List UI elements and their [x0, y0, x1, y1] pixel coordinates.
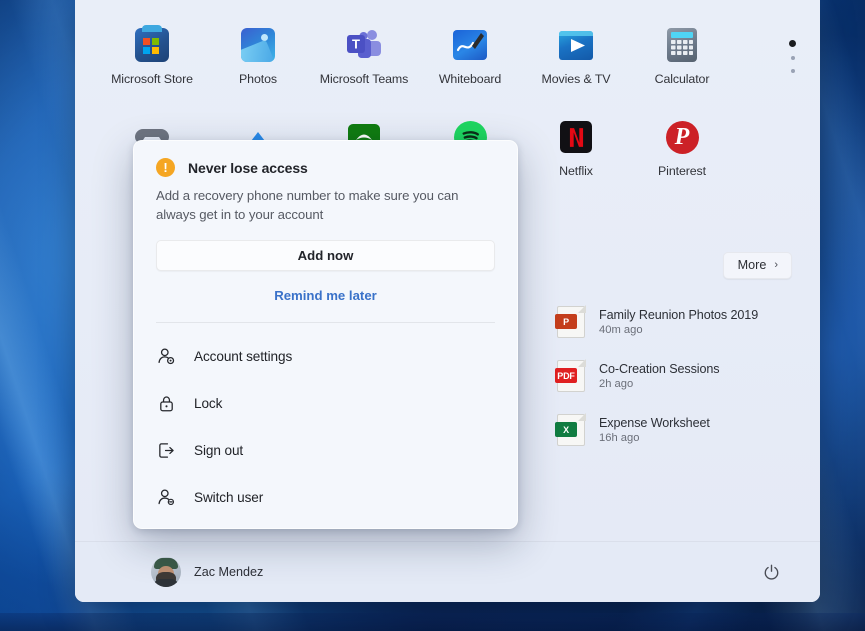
list-item-text: Family Reunion Photos 2019 40m ago	[599, 308, 758, 336]
pinned-app-label: Photos	[239, 72, 277, 86]
calculator-icon	[664, 27, 700, 63]
list-item-text: Co-Creation Sessions 2h ago	[599, 362, 720, 390]
page-dot-1[interactable]	[789, 40, 796, 47]
microsoft-store-icon	[134, 25, 170, 63]
pinned-app-label: Microsoft Store	[111, 72, 193, 86]
svg-text:T: T	[352, 37, 360, 52]
power-icon	[764, 564, 778, 580]
recovery-alert-section: ! Never lose access Add a recovery phone…	[134, 141, 517, 323]
taskbar[interactable]	[0, 613, 865, 631]
add-now-button[interactable]: Add now	[156, 239, 495, 271]
page-dot-2[interactable]	[790, 56, 795, 60]
power-button[interactable]	[756, 557, 786, 587]
avatar[interactable]	[151, 557, 181, 587]
file-badge: P	[555, 314, 577, 329]
file-badge: X	[555, 422, 577, 437]
user-name: Zac Mendez	[194, 565, 264, 579]
pinned-app-photos[interactable]: Photos	[205, 14, 311, 106]
menu-item-lock[interactable]: Lock	[134, 380, 517, 427]
pinned-app-netflix[interactable]: Netflix	[523, 106, 629, 198]
pdf-file-icon: PDF	[555, 359, 586, 392]
page-indicator-dots[interactable]	[789, 40, 796, 73]
list-item[interactable]: PDF Co-Creation Sessions 2h ago	[549, 354, 820, 398]
pinned-app-calculator[interactable]: Calculator	[629, 14, 735, 106]
file-timestamp: 40m ago	[599, 324, 643, 336]
remind-me-later-link[interactable]: Remind me later	[156, 288, 495, 303]
list-item[interactable]: P Family Reunion Photos 2019 40m ago	[549, 300, 820, 344]
account-settings-icon	[156, 346, 176, 366]
menu-item-label: Sign out	[194, 442, 244, 458]
menu-item-account-settings[interactable]: Account settings	[134, 333, 517, 380]
menu-item-label: Lock	[194, 395, 223, 411]
pinned-app-whiteboard[interactable]: Whiteboard	[417, 14, 523, 106]
pinned-app-microsoft-store[interactable]: Microsoft Store	[99, 14, 205, 106]
alert-header: ! Never lose access	[156, 158, 495, 177]
warning-icon: !	[156, 158, 175, 177]
start-menu: Microsoft Store Photos T Microsoft Teams…	[75, 0, 820, 602]
more-button-label: More	[737, 258, 767, 272]
list-item-text: Expense Worksheet 16h ago	[599, 416, 710, 444]
list-item[interactable]: X Expense Worksheet 16h ago	[549, 408, 820, 452]
user-account-button[interactable]: Zac Mendez	[151, 557, 263, 587]
movies-and-tv-icon	[558, 27, 594, 63]
pinned-app-pinterest[interactable]: P Pinterest	[629, 106, 735, 198]
page-dot-3[interactable]	[790, 69, 795, 73]
pinned-app-label: Netflix	[559, 164, 593, 178]
sign-out-icon	[156, 440, 176, 460]
pinned-app-movies-and-tv[interactable]: Movies & TV	[523, 14, 629, 106]
pinned-app-label: Whiteboard	[438, 72, 502, 86]
more-button[interactable]: More ›	[722, 252, 792, 279]
netflix-icon	[558, 119, 594, 155]
pinned-app-microsoft-teams[interactable]: T Microsoft Teams	[311, 14, 417, 106]
pinned-app-label: Pinterest	[658, 164, 706, 178]
photos-icon	[240, 27, 276, 63]
powerpoint-file-icon: P	[555, 305, 586, 338]
file-title: Expense Worksheet	[599, 416, 710, 430]
switch-user-icon	[156, 487, 176, 507]
lock-icon	[156, 393, 176, 413]
menu-item-sign-out[interactable]: Sign out	[134, 427, 517, 474]
pinterest-glyph: P	[665, 120, 699, 154]
account-menu-list: Account settings Lock Sign out Switch us…	[134, 323, 517, 521]
pinned-app-label: Movies & TV	[541, 72, 611, 86]
chevron-right-icon: ›	[774, 259, 778, 271]
more-row: More ›	[722, 252, 792, 279]
file-title: Family Reunion Photos 2019	[599, 308, 759, 322]
start-menu-user-bar: Zac Mendez	[75, 541, 820, 602]
file-timestamp: 16h ago	[599, 432, 640, 444]
desktop: Microsoft Store Photos T Microsoft Teams…	[0, 0, 865, 631]
menu-item-label: Account settings	[194, 348, 293, 364]
alert-description: Add a recovery phone number to make sure…	[156, 188, 459, 223]
excel-file-icon: X	[555, 413, 586, 446]
alert-title: Never lose access	[188, 159, 308, 176]
microsoft-teams-icon: T	[346, 27, 382, 63]
menu-item-label: Switch user	[194, 489, 264, 505]
pinterest-icon: P	[664, 119, 700, 155]
menu-item-switch-user[interactable]: Switch user	[134, 474, 517, 521]
pinned-app-label: Calculator	[654, 72, 710, 86]
whiteboard-icon	[452, 27, 488, 63]
file-title: Co-Creation Sessions	[599, 362, 720, 376]
pinned-app-label: Microsoft Teams	[319, 72, 409, 86]
recommended-list: P Family Reunion Photos 2019 40m ago PDF	[549, 300, 820, 462]
account-flyout: ! Never lose access Add a recovery phone…	[133, 140, 518, 529]
file-badge: PDF	[555, 368, 577, 383]
file-timestamp: 2h ago	[599, 378, 634, 390]
